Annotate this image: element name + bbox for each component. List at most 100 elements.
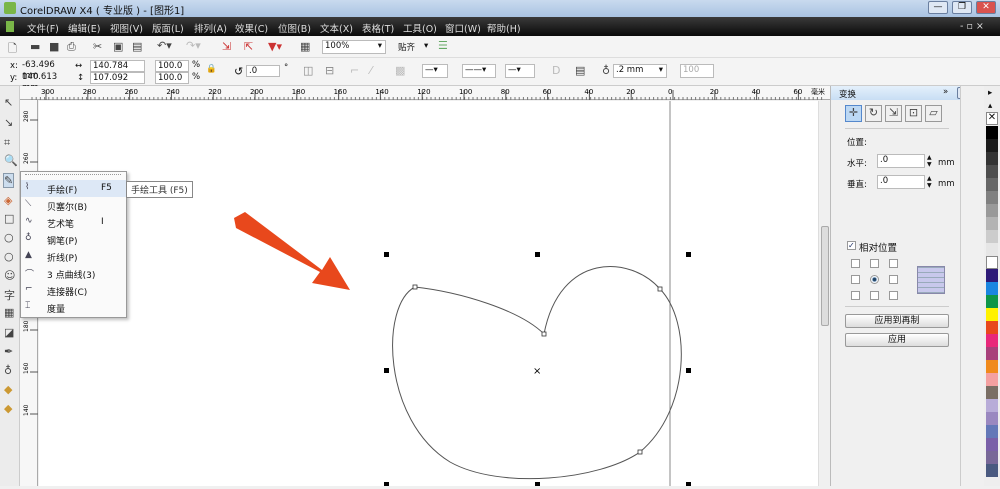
anchor-checkbox[interactable] [870, 259, 879, 268]
interactive-tool-icon[interactable]: ◪ [4, 326, 14, 339]
skew-tab-icon[interactable]: ▱ [925, 105, 942, 122]
menu-window[interactable]: 窗口(W) [445, 21, 481, 35]
color-swatch[interactable] [986, 360, 998, 373]
position-tab-icon[interactable]: ✛ [845, 105, 862, 122]
no-fill-swatch[interactable]: ✕ [986, 112, 998, 125]
rectangle-tool-icon[interactable]: □ [4, 212, 14, 225]
print-icon[interactable]: ⎙ [67, 40, 76, 54]
color-swatch[interactable] [986, 373, 998, 386]
color-swatch[interactable] [986, 152, 998, 165]
close-button[interactable]: ✕ [976, 1, 996, 14]
color-swatch[interactable] [986, 204, 998, 217]
relative-position-checkbox[interactable]: ✓ [847, 241, 856, 250]
mirror-v-icon[interactable]: ⊟ [325, 64, 334, 77]
zoom-select[interactable]: 100% ▾ [322, 40, 386, 54]
wrap-icon[interactable]: ▩ [395, 64, 405, 77]
vertical-field[interactable]: .0 [877, 175, 925, 189]
color-swatch[interactable] [986, 282, 998, 295]
new-icon[interactable]: 🗋 [8, 40, 17, 59]
color-swatch[interactable] [986, 334, 998, 347]
drawing-canvas[interactable]: × [39, 101, 818, 486]
size-tab-icon[interactable]: ⊡ [905, 105, 922, 122]
horizontal-field[interactable]: .0 [877, 154, 925, 168]
outline-width-select[interactable]: .2 mm ▾ [613, 64, 667, 78]
color-swatch[interactable] [986, 347, 998, 360]
color-swatch[interactable] [986, 464, 998, 477]
doc-minimize-button[interactable]: - ▫ × [960, 21, 984, 32]
snap-button[interactable]: 贴齐 [398, 41, 415, 53]
flyout-item[interactable]: ▲ 折线(P) [21, 248, 126, 265]
anchor-checkbox[interactable] [889, 291, 898, 300]
flyout-item[interactable]: ⌐ 连接器(C) [21, 282, 126, 299]
width-field[interactable]: 140.784 mm [90, 60, 145, 82]
start-arrow-select[interactable]: —▾ [422, 64, 448, 78]
minimize-button[interactable]: — [928, 1, 948, 14]
anchor-checkbox[interactable] [870, 291, 879, 300]
color-swatch[interactable] [986, 243, 998, 256]
color-swatch[interactable] [986, 386, 998, 399]
zoom-tool-icon[interactable]: 🔍 [4, 154, 18, 167]
anchor-checkbox[interactable] [851, 259, 860, 268]
save-icon[interactable]: ■ [49, 40, 59, 53]
text-wrap-icon[interactable]: ▤ [575, 64, 585, 77]
scale-tab-icon[interactable]: ⇲ [885, 105, 902, 122]
color-swatch[interactable] [986, 295, 998, 308]
center-marker[interactable]: × [533, 366, 541, 377]
color-swatch[interactable] [986, 217, 998, 230]
ellipse-tool-icon[interactable]: ○ [4, 231, 14, 244]
horizontal-spinner[interactable]: ▲ ▼ [927, 154, 932, 168]
color-swatch[interactable] [986, 139, 998, 152]
anchor-checkbox[interactable] [889, 259, 898, 268]
color-swatch[interactable] [986, 230, 998, 243]
smoothing-field[interactable]: 100 [680, 64, 714, 78]
horizontal-ruler[interactable]: 300 280 260 240 220 200 180 160 140 120 100 80 60 40 2… [20, 86, 830, 100]
color-swatch[interactable] [986, 165, 998, 178]
crop-tool-icon[interactable]: ⌗ [4, 136, 10, 150]
line-style-select[interactable]: ——▾ [462, 64, 496, 78]
color-swatch[interactable] [986, 126, 998, 139]
color-swatch[interactable] [986, 425, 998, 438]
flyout-item[interactable]: ∿ 艺术笔 I [21, 214, 126, 231]
menu-view[interactable]: 视图(V) [110, 21, 143, 35]
menu-tools[interactable]: 工具(O) [403, 21, 437, 35]
flyout-item[interactable]: ⌇ 手绘(F) F5 [21, 180, 126, 197]
menu-table[interactable]: 表格(T) [362, 21, 394, 35]
menu-edit[interactable]: 编辑(E) [68, 21, 100, 35]
color-swatch[interactable] [986, 178, 998, 191]
color-swatch[interactable] [986, 256, 998, 269]
line-icon[interactable]: ⁄ [370, 64, 372, 77]
color-swatch[interactable] [986, 308, 998, 321]
copy-icon[interactable]: ▣ [113, 40, 123, 53]
docker-expand-icon[interactable]: » [943, 87, 948, 97]
color-swatch[interactable] [986, 451, 998, 464]
flyout-item[interactable]: ⌒ 3 点曲线(3) [21, 265, 126, 282]
open-icon[interactable]: ▬ [30, 40, 40, 53]
rotate-tab-icon[interactable]: ↻ [865, 105, 882, 122]
vertical-spinner[interactable]: ▲ ▼ [927, 175, 932, 189]
smart-fill-icon[interactable]: ◈ [4, 194, 12, 207]
polygon-tool-icon[interactable]: ○ [4, 250, 14, 263]
scroll-thumb[interactable] [821, 226, 829, 326]
height-field[interactable]: 107.092 mm [90, 72, 145, 94]
menu-help[interactable]: 帮助(H) [487, 21, 521, 35]
apply-to-duplicate-button[interactable]: 应用到再制 [845, 314, 949, 328]
flyout-item[interactable]: ♁ 钢笔(P) [21, 231, 126, 248]
redo-icon[interactable]: ↷▾ [186, 39, 201, 52]
outline-tool-icon[interactable]: ♁ [4, 364, 12, 377]
pick-tool-icon[interactable]: ↖ [4, 96, 13, 109]
reverse-icon[interactable]: D [552, 64, 560, 77]
apply-button[interactable]: 应用 [845, 333, 949, 347]
cut-icon[interactable]: ✂ [93, 40, 102, 53]
paste-icon[interactable]: ▤ [132, 40, 142, 53]
scale-y-field[interactable]: 100.0 [155, 72, 189, 84]
x-position-field[interactable]: -63.496 mm [20, 60, 68, 81]
undo-icon[interactable]: ↶▾ [157, 39, 172, 52]
text-tool-icon[interactable]: 字 [4, 287, 15, 303]
y-position-field[interactable]: 140.613 mm [20, 72, 68, 93]
vertical-scrollbar[interactable] [818, 101, 830, 486]
color-swatch[interactable] [986, 412, 998, 425]
flyout-item[interactable]: ⟍ 贝塞尔(B) [21, 197, 126, 214]
eyedropper-icon[interactable]: ✒ [4, 345, 13, 358]
table-tool-icon[interactable]: ▦ [4, 306, 14, 319]
color-swatch[interactable] [986, 191, 998, 204]
